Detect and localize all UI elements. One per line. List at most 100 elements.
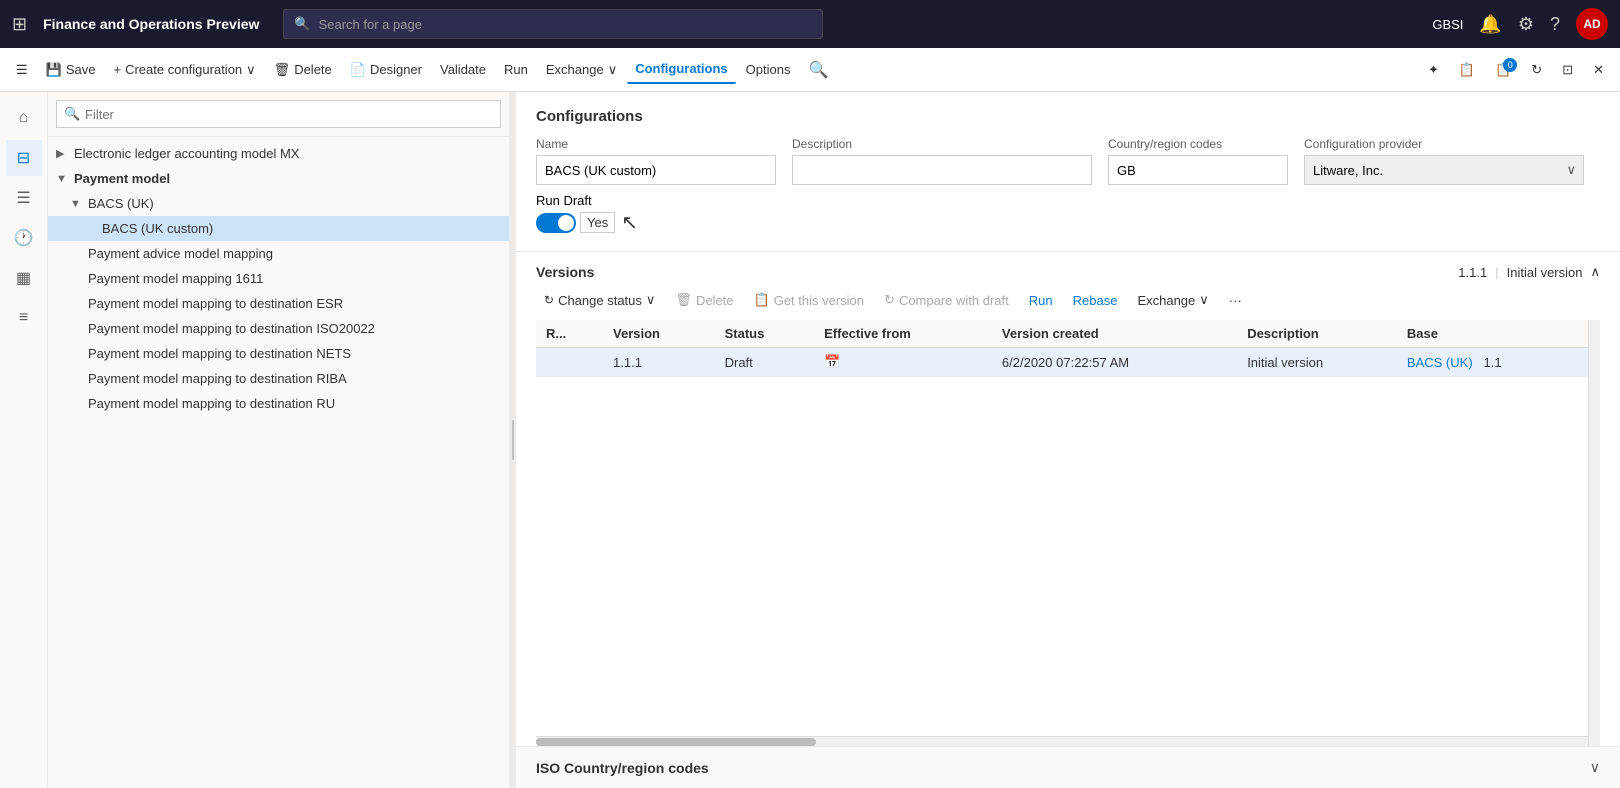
app-grid-icon[interactable]: ⊞ (12, 14, 27, 35)
more-options-button[interactable]: ··· (1221, 289, 1250, 312)
collapse-icon[interactable]: ∧ (1590, 264, 1600, 280)
cell-description: Initial version (1237, 348, 1397, 377)
top-nav-right: GBSI 🔔 ⚙ ? AD (1432, 8, 1608, 40)
base-link[interactable]: BACS (UK) (1407, 355, 1473, 370)
initial-version-label: Initial version (1507, 265, 1583, 280)
table-row[interactable]: 1.1.1 Draft 📅 6/2/2020 07:22:57 AM Initi… (536, 348, 1588, 377)
toolbar-action1[interactable]: ✦ (1420, 56, 1447, 84)
options-label: Options (746, 62, 791, 77)
versions-content: R... Version Status Effective from Versi… (536, 320, 1588, 746)
sidebar-list-icon[interactable]: ☰ (6, 180, 42, 216)
configurations-form-section: Configurations Name Description Country/… (516, 92, 1620, 252)
tree-item-dest-ru[interactable]: Payment model mapping to destination RU (48, 391, 509, 416)
tree-item-label-8: Payment model mapping to destination ISO… (88, 321, 501, 336)
create-configuration-button[interactable]: + Create configuration ∨ (105, 56, 263, 84)
tree-item-payment-model[interactable]: ▼ Payment model (48, 166, 509, 191)
country-field: Country/region codes (1108, 137, 1288, 185)
search-toolbar-icon[interactable]: 🔍 (800, 54, 836, 86)
description-input[interactable] (792, 155, 1092, 185)
iso-section[interactable]: ISO Country/region codes ∨ (516, 746, 1620, 788)
provider-field: Configuration provider Litware, Inc. ∨ (1304, 137, 1584, 185)
compare-with-draft-button[interactable]: ↻ Compare with draft (876, 288, 1017, 312)
versions-toolbar: ↻ Change status ∨ 🗑 Delete 📋 Get this ve… (536, 288, 1600, 312)
rebase-button[interactable]: Rebase (1065, 289, 1126, 312)
run-button[interactable]: Run (496, 56, 536, 83)
change-status-chevron: ∨ (646, 292, 656, 308)
plus-icon: + (113, 62, 121, 77)
rebase-label: Rebase (1073, 293, 1118, 308)
versions-layout: R... Version Status Effective from Versi… (536, 320, 1600, 746)
help-icon[interactable]: ? (1550, 14, 1560, 35)
toolbar-action2[interactable]: 📋 (1451, 56, 1483, 84)
validate-button[interactable]: Validate (432, 56, 494, 83)
tree-item-dest-riba[interactable]: Payment model mapping to destination RIB… (48, 366, 509, 391)
notification-icon[interactable]: 🔔 (1479, 14, 1501, 35)
tree-item-bacs-uk[interactable]: ▼ BACS (UK) (48, 191, 509, 216)
get-version-icon: 📋 (754, 292, 770, 308)
horizontal-scrollbar[interactable] (536, 736, 1588, 746)
version-number: 1.1.1 (1458, 265, 1487, 280)
exchange-label: Exchange (546, 62, 604, 77)
sidebar-dashboard-icon[interactable]: ▦ (6, 260, 42, 296)
filter-input[interactable] (56, 100, 501, 128)
tree-scroll: ▶ Electronic ledger accounting model MX … (48, 137, 509, 788)
sidebar-filter-icon[interactable]: ⊟ (6, 140, 42, 176)
search-icon: 🔍 (294, 16, 310, 32)
exchange-button[interactable]: Exchange ∨ (538, 56, 625, 84)
name-input[interactable] (536, 155, 776, 185)
toolbar-notifications[interactable]: 📋 0 (1487, 56, 1519, 84)
options-button[interactable]: Options (738, 56, 799, 83)
tree-panel: 🔍 ▶ Electronic ledger accounting model M… (48, 92, 510, 788)
country-input[interactable] (1108, 155, 1288, 185)
versions-meta: 1.1.1 | Initial version ∧ (1458, 264, 1600, 280)
versions-run-button[interactable]: Run (1021, 289, 1061, 312)
version-separator: | (1495, 265, 1498, 280)
iso-chevron-icon[interactable]: ∨ (1590, 759, 1600, 776)
save-button[interactable]: 💾 Save (38, 56, 104, 84)
change-status-button[interactable]: ↻ Change status ∨ (536, 288, 663, 312)
cell-version: 1.1.1 (603, 348, 715, 377)
cell-effective-from: 📅 (814, 348, 992, 377)
provider-select[interactable]: Litware, Inc. (1304, 155, 1584, 185)
tree-item-bacs-uk-custom[interactable]: BACS (UK custom) (48, 216, 509, 241)
versions-exchange-button[interactable]: Exchange ∨ (1129, 288, 1216, 312)
cell-base: BACS (UK) 1.1 (1397, 348, 1588, 377)
provider-label: Configuration provider (1304, 137, 1584, 151)
app-title: Finance and Operations Preview (43, 16, 259, 32)
avatar[interactable]: AD (1576, 8, 1608, 40)
sidebar-report-icon[interactable]: ≡ (6, 300, 42, 336)
delete-button[interactable]: 🗑 Delete (266, 56, 340, 84)
tree-item-payment-advice[interactable]: Payment advice model mapping (48, 241, 509, 266)
toolbar-popout[interactable]: ⊡ (1554, 56, 1581, 84)
configurations-button[interactable]: Configurations (627, 55, 735, 84)
tree-item-payment-mapping-1611[interactable]: Payment model mapping 1611 (48, 266, 509, 291)
col-description: Description (1237, 320, 1397, 348)
toolbar-close[interactable]: ✕ (1585, 56, 1612, 84)
tree-item-dest-esr[interactable]: Payment model mapping to destination ESR (48, 291, 509, 316)
run-draft-toggle[interactable] (536, 213, 576, 233)
tree-item-dest-iso20022[interactable]: Payment model mapping to destination ISO… (48, 316, 509, 341)
tree-item-label-6: Payment model mapping 1611 (88, 271, 501, 286)
scrollbar-thumb[interactable] (536, 738, 816, 746)
toolbar-refresh[interactable]: ↻ (1523, 56, 1550, 84)
search-bar[interactable]: 🔍 (283, 9, 823, 39)
configurations-label: Configurations (635, 61, 727, 76)
run-draft-row: Run Draft Yes ↖ (536, 193, 1600, 235)
hamburger-menu-button[interactable]: ☰ (8, 56, 36, 84)
settings-icon[interactable]: ⚙ (1518, 14, 1534, 35)
versions-table-scroll[interactable]: R... Version Status Effective from Versi… (536, 320, 1588, 736)
save-label: Save (66, 62, 96, 77)
designer-button[interactable]: 📄 Designer (342, 56, 430, 84)
sidebar-home-icon[interactable]: ⌂ (6, 100, 42, 136)
search-input[interactable] (319, 17, 813, 32)
vertical-scrollbar[interactable] (1588, 320, 1600, 746)
sidebar-history-icon[interactable]: 🕐 (6, 220, 42, 256)
calendar-icon[interactable]: 📅 (824, 354, 840, 369)
get-this-version-button[interactable]: 📋 Get this version (746, 288, 873, 312)
versions-delete-button[interactable]: 🗑 Delete (667, 288, 741, 312)
expand-icon-3: ▼ (70, 198, 84, 210)
tree-item-dest-nets[interactable]: Payment model mapping to destination NET… (48, 341, 509, 366)
versions-title: Versions (536, 264, 1458, 280)
provider-select-wrapper: Litware, Inc. ∨ (1304, 155, 1584, 185)
tree-item-electronic-ledger[interactable]: ▶ Electronic ledger accounting model MX (48, 141, 509, 166)
